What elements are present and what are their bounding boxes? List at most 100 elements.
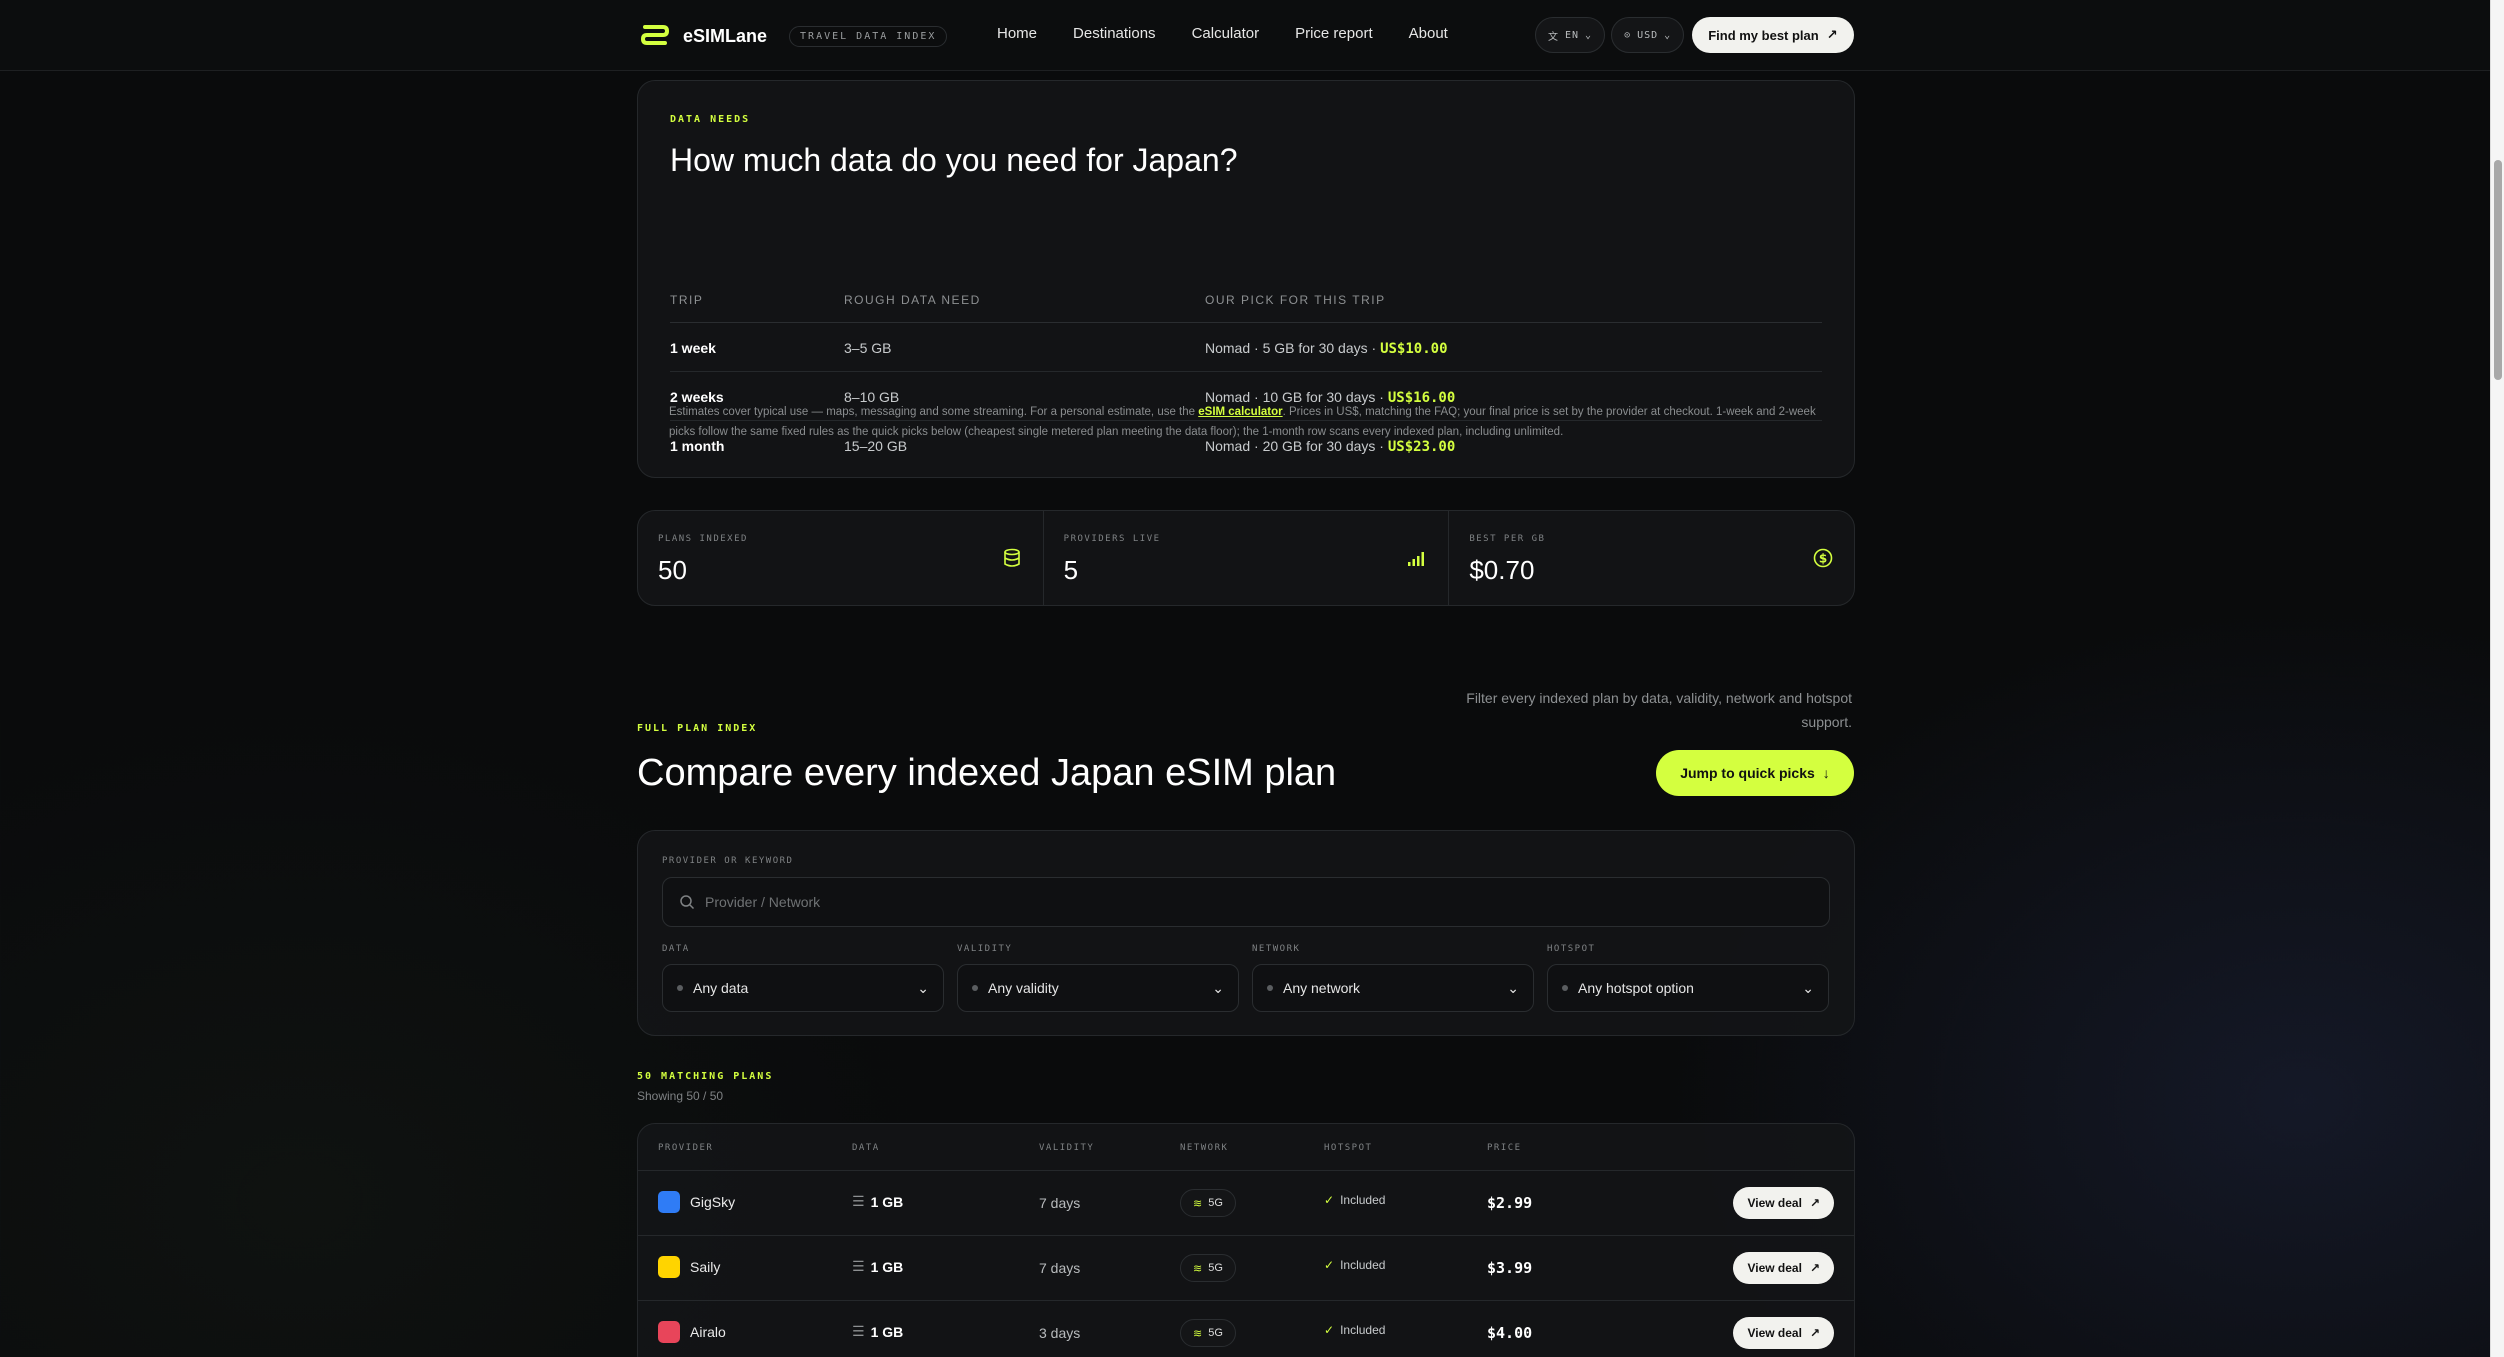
data-filter-label: DATA	[662, 944, 690, 954]
hotspot-select[interactable]: Any hotspot option ⌄	[1547, 964, 1829, 1012]
brand-logo[interactable]: eSIMLane TRAVEL DATA INDEX	[637, 19, 948, 53]
wifi-icon: ≋	[1193, 1197, 1203, 1210]
brand-badge: TRAVEL DATA INDEX	[789, 25, 948, 47]
hotspot-cell: ✓ Included	[1324, 1258, 1385, 1272]
chevron-down-icon: ⌄	[1212, 979, 1224, 996]
data-select[interactable]: Any data ⌄	[662, 964, 944, 1012]
nav-about[interactable]: About	[1409, 25, 1448, 42]
dot-icon	[972, 985, 978, 991]
view-deal-button[interactable]: View deal ↗	[1733, 1187, 1834, 1219]
svg-text:$: $	[1819, 552, 1827, 566]
stat-label: PLANS INDEXED	[658, 534, 748, 544]
data-value: 1 GB	[870, 1258, 904, 1275]
database-icon: ☰	[852, 1258, 865, 1274]
jump-to-quick-picks-button[interactable]: Jump to quick picks ↓	[1656, 750, 1854, 796]
data-cell: ☰ 1 GB	[852, 1258, 903, 1275]
filter-note: Filter every indexed plan by data, valid…	[1466, 690, 1852, 730]
esim-calculator-link[interactable]: eSIM calculator	[1198, 406, 1282, 418]
brand-mark-icon	[640, 25, 670, 45]
need-cell: 3–5 GB	[844, 340, 892, 356]
network-badge: ≋ 5G	[1180, 1189, 1236, 1217]
scrollbar-thumb[interactable]	[2494, 160, 2502, 380]
check-icon: ✓	[1324, 1258, 1335, 1272]
plans-table-header: PROVIDER DATA VALIDITY NETWORK HOTSPOT P…	[638, 1124, 1854, 1171]
currency-selector[interactable]: ⊙ USD ⌄	[1611, 17, 1685, 53]
matching-plans-eyebrow: 50 MATCHING PLANS	[637, 1071, 774, 1082]
check-icon: ✓	[1324, 1193, 1335, 1207]
col-validity: VALIDITY	[1039, 1143, 1095, 1153]
col-trip: TRIP	[670, 293, 704, 307]
chevron-down-icon: ⌄	[1585, 29, 1593, 41]
validity-cell: 7 days	[1039, 1260, 1081, 1276]
arrow-up-right-icon: ↗	[1809, 1196, 1820, 1210]
view-deal-button[interactable]: View deal ↗	[1733, 1317, 1834, 1349]
find-best-plan-label: Find my best plan	[1708, 27, 1819, 43]
dot-icon	[1267, 985, 1273, 991]
translate-icon: 文	[1548, 31, 1559, 43]
network-select-value: Any network	[1283, 980, 1361, 996]
find-best-plan-button[interactable]: Find my best plan ↗	[1692, 17, 1854, 53]
table-row: 1 week 3–5 GB Nomad · 5 GB for 30 days ·…	[670, 323, 1822, 372]
pick-price: US$10.00	[1380, 341, 1448, 357]
stats-strip: PLANS INDEXED 50 PROVIDERS LIVE 5 BEST P…	[637, 510, 1855, 606]
provider-name: Saily	[690, 1259, 721, 1275]
wifi-icon: ≋	[1193, 1262, 1203, 1275]
hotspot-value: Included	[1340, 1193, 1386, 1207]
nav-calculator[interactable]: Calculator	[1192, 25, 1260, 42]
nav-home[interactable]: Home	[997, 25, 1037, 42]
data-needs-eyebrow: DATA NEEDS	[670, 114, 751, 125]
network-value: 5G	[1208, 1197, 1223, 1209]
full-plan-index-eyebrow: FULL PLAN INDEX	[637, 723, 758, 734]
hotspot-select-value: Any hotspot option	[1578, 980, 1694, 996]
stat-label: PROVIDERS LIVE	[1063, 534, 1161, 544]
provider-cell: Airalo	[658, 1321, 726, 1343]
hotspot-cell: ✓ Included	[1324, 1193, 1385, 1207]
search-input[interactable]	[705, 894, 1705, 910]
hotspot-cell: ✓ Included	[1324, 1323, 1385, 1337]
arrow-down-icon: ↓	[1822, 765, 1830, 781]
data-select-value: Any data	[693, 980, 749, 996]
arrow-up-right-icon: ↗	[1826, 27, 1838, 42]
hotspot-filter-label: HOTSPOT	[1547, 944, 1596, 954]
signal-icon	[1408, 552, 1425, 566]
validity-select-value: Any validity	[988, 980, 1059, 996]
table-row: GigSky ☰ 1 GB 7 days ≋ 5G ✓ Included $2.…	[638, 1171, 1854, 1236]
hotspot-value: Included	[1340, 1258, 1386, 1272]
chevron-down-icon: ⌄	[1664, 29, 1672, 41]
nav-price-report[interactable]: Price report	[1295, 25, 1373, 42]
currency-value: USD	[1637, 29, 1659, 41]
validity-select[interactable]: Any validity ⌄	[957, 964, 1239, 1012]
col-our-pick: OUR PICK FOR THIS TRIP	[1205, 293, 1386, 307]
stat-providers-live: PROVIDERS LIVE 5	[1044, 511, 1450, 605]
hotspot-value: Included	[1340, 1323, 1386, 1337]
wifi-icon: ≋	[1193, 1327, 1203, 1340]
language-selector[interactable]: 文 EN ⌄	[1535, 17, 1606, 53]
network-select[interactable]: Any network ⌄	[1252, 964, 1534, 1012]
database-icon: ☰	[852, 1323, 865, 1339]
network-value: 5G	[1208, 1262, 1223, 1274]
provider-logo-icon	[658, 1321, 680, 1343]
table-row: Airalo ☰ 1 GB 3 days ≋ 5G ✓ Included $4.…	[638, 1301, 1854, 1357]
filters-card: PROVIDER OR KEYWORD DATA VALIDITY NETWOR…	[637, 830, 1855, 1036]
stat-label: BEST PER GB	[1469, 534, 1546, 544]
plans-table: PROVIDER DATA VALIDITY NETWORK HOTSPOT P…	[637, 1123, 1855, 1357]
pick-cell: Nomad · 5 GB for 30 days · US$10.00	[1205, 340, 1448, 357]
col-rough-need: ROUGH DATA NEED	[844, 293, 981, 307]
table-row: Saily ☰ 1 GB 7 days ≋ 5G ✓ Included $3.9…	[638, 1236, 1854, 1301]
provider-cell: Saily	[658, 1256, 720, 1278]
chevron-down-icon: ⌄	[917, 979, 929, 996]
database-icon	[1003, 548, 1020, 567]
stat-value: 50	[658, 555, 687, 585]
search-box	[662, 877, 1830, 927]
main-nav: Home Destinations Calculator Price repor…	[997, 25, 1448, 42]
nav-destinations[interactable]: Destinations	[1073, 25, 1156, 42]
database-icon: ☰	[852, 1193, 865, 1209]
stat-value: 5	[1063, 555, 1079, 585]
network-value: 5G	[1208, 1327, 1223, 1339]
validity-filter-label: VALIDITY	[957, 944, 1013, 954]
search-icon	[680, 895, 695, 910]
footnote-text: Estimates cover typical use — maps, mess…	[669, 406, 1199, 418]
page-scrollbar[interactable]	[2490, 0, 2504, 1357]
view-deal-button[interactable]: View deal ↗	[1733, 1252, 1834, 1284]
col-price: PRICE	[1487, 1143, 1522, 1153]
